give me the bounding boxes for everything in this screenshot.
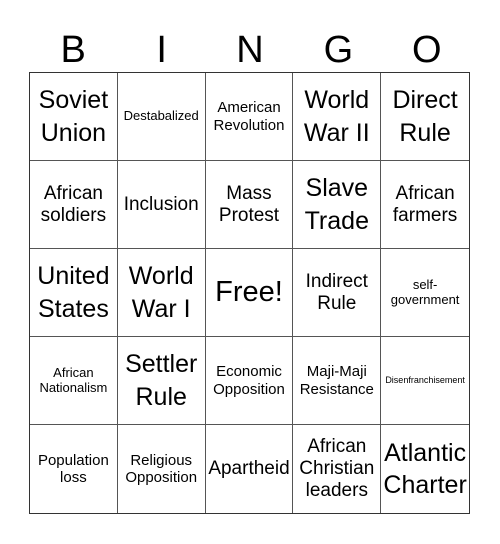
bingo-cell[interactable]: United States: [30, 249, 118, 337]
bingo-cell[interactable]: Religious Opposition: [118, 425, 206, 513]
bingo-cell[interactable]: Destabalized: [117, 73, 206, 161]
bingo-cell[interactable]: Maji-Maji Resistance: [293, 337, 382, 425]
bingo-cell[interactable]: American Revolution: [205, 73, 294, 161]
bingo-cell[interactable]: self-government: [381, 249, 469, 337]
bingo-cell[interactable]: Settler Rule: [117, 337, 206, 425]
bingo-cell[interactable]: Population loss: [30, 425, 118, 513]
bingo-cell[interactable]: African Christian leaders: [293, 425, 382, 513]
header-letter-n: N: [236, 29, 264, 71]
free-space-cell[interactable]: Free!: [205, 249, 294, 337]
bingo-header: B I N G O: [29, 28, 471, 73]
bingo-cell[interactable]: Apartheid: [206, 425, 294, 513]
bingo-cell[interactable]: World War II: [293, 73, 382, 161]
bingo-grid: Soviet Union Destabalized American Revolut…: [29, 72, 470, 514]
bingo-cell[interactable]: Inclusion: [117, 161, 206, 249]
bingo-cell[interactable]: Disenfranchisement: [381, 337, 469, 425]
header-letter-g: G: [323, 29, 354, 71]
bingo-cell[interactable]: African soldiers: [30, 161, 118, 249]
header-letter-b: B: [60, 29, 86, 71]
bingo-cell[interactable]: Slave Trade: [293, 161, 382, 249]
bingo-cell[interactable]: Economic Opposition: [205, 337, 294, 425]
bingo-cell[interactable]: World War I: [117, 249, 206, 337]
header-letter-o: O: [412, 29, 442, 71]
bingo-cell[interactable]: Indirect Rule: [293, 249, 382, 337]
header-letter-i: I: [156, 29, 167, 71]
bingo-cell[interactable]: Atlantic Charter: [381, 425, 469, 513]
bingo-cell[interactable]: Mass Protest: [205, 161, 294, 249]
bingo-cell[interactable]: African Nationalism: [30, 337, 118, 425]
bingo-cell[interactable]: Soviet Union: [30, 73, 118, 161]
bingo-cell[interactable]: Direct Rule: [381, 73, 469, 161]
bingo-cell[interactable]: African farmers: [381, 161, 469, 249]
